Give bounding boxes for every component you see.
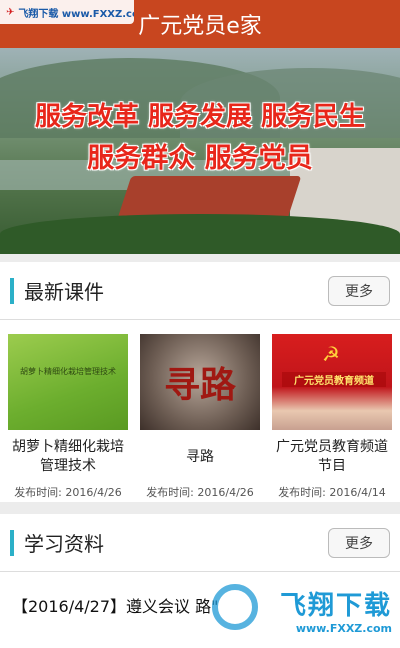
banner-slogan-line1: 服务改革 服务发展 服务民生 — [34, 102, 366, 132]
watermark-top: ✈ 飞翔下载 www.FXXZ.com — [0, 0, 134, 24]
course-date: 发布时间: 2016/4/26 — [146, 486, 254, 499]
watermark-bottom-title: 飞翔下载 — [279, 591, 392, 621]
latest-courses-section: 最新课件 更多 胡萝卜精细化栽培管理技术 胡萝卜精细化栽培管理技术 发布时间: … — [0, 262, 400, 502]
section-title: 学习资料 — [10, 528, 104, 557]
section-title: 最新课件 — [10, 276, 104, 305]
more-materials-button[interactable]: 更多 — [328, 527, 390, 558]
course-thumbnail[interactable]: ☭ 广元党员教育频道 — [272, 334, 392, 430]
course-date: 发布时间: 2016/4/26 — [14, 486, 122, 499]
trees-shape — [0, 214, 400, 254]
course-card[interactable]: 胡萝卜精细化栽培管理技术 胡萝卜精细化栽培管理技术 发布时间: 2016/4/2… — [8, 334, 128, 500]
course-date: 发布时间: 2016/4/14 — [278, 486, 386, 499]
section-header: 学习资料 更多 — [0, 514, 400, 572]
course-card[interactable]: ☭ 广元党员教育频道 广元党员教育频道节目 发布时间: 2016/4/14 — [272, 334, 392, 500]
watermark-bottom-url: www.FXXZ.com — [295, 622, 392, 635]
course-card[interactable]: 寻路 寻路 发布时间: 2016/4/26 — [140, 334, 260, 500]
watermark-logo-icon: ✈ — [6, 6, 15, 18]
course-thumbnail[interactable]: 胡萝卜精细化栽培管理技术 — [8, 334, 128, 430]
section-title-text: 学习资料 — [24, 532, 104, 556]
course-title[interactable]: 寻路 — [140, 438, 260, 476]
banner-slogan-line2: 服务群众 服务党员 — [87, 143, 313, 174]
watermark-top-text: 飞翔下载 www.FXXZ.com — [18, 8, 134, 20]
more-courses-button[interactable]: 更多 — [328, 275, 390, 306]
banner-image[interactable]: 服务改革 服务发展 服务民生 服务群众 服务党员 — [0, 48, 400, 254]
thumbnail-caption: 胡萝卜精细化栽培管理技术 — [20, 367, 116, 376]
party-emblem-icon: ☭ — [322, 342, 340, 366]
thumbnail-caption: 广元党员教育频道 — [282, 372, 386, 387]
watermark-circle-icon — [212, 584, 258, 630]
section-title-text: 最新课件 — [24, 280, 104, 304]
course-title[interactable]: 胡萝卜精细化栽培管理技术 — [8, 438, 128, 476]
thumbnail-caption: 寻路 — [163, 364, 236, 406]
accent-bar — [10, 277, 14, 304]
section-header: 最新课件 更多 — [0, 262, 400, 320]
course-thumbnail[interactable]: 寻路 — [140, 334, 260, 430]
accent-bar — [10, 529, 14, 556]
watermark-bottom: 飞翔下载 www.FXXZ.com — [212, 578, 392, 642]
course-title[interactable]: 广元党员教育频道节目 — [272, 438, 392, 476]
app-title: 广元党员e家 — [138, 14, 262, 39]
course-list: 胡萝卜精细化栽培管理技术 胡萝卜精细化栽培管理技术 发布时间: 2016/4/2… — [0, 320, 400, 500]
